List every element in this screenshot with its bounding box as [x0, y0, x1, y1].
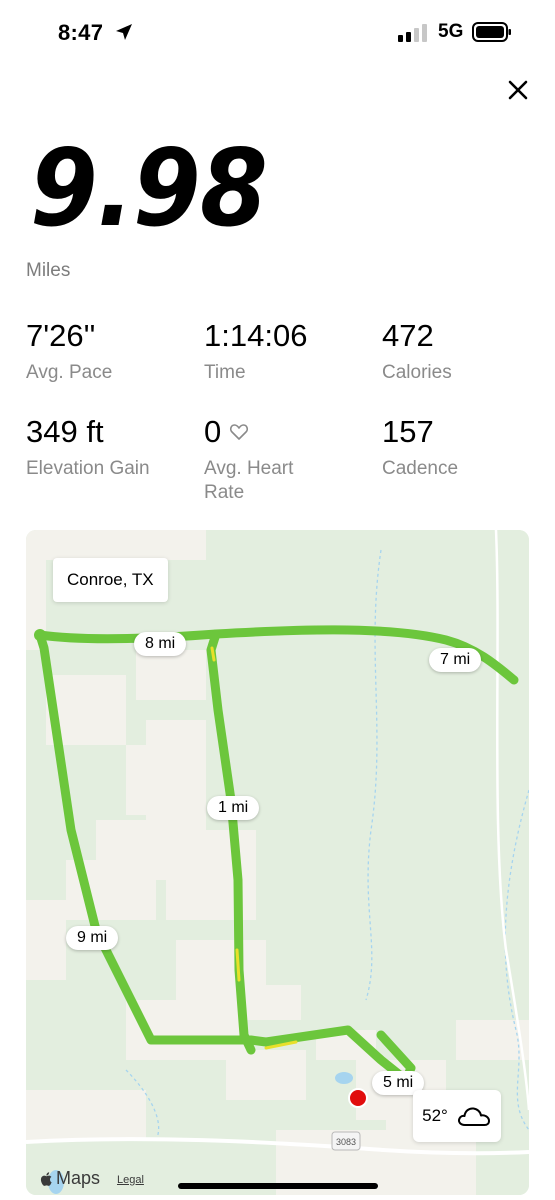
- cloud-icon: [457, 1107, 490, 1126]
- weather-badge: 52°: [413, 1090, 501, 1142]
- stat-time: 1:14:06 Time: [204, 320, 364, 385]
- mile-marker-9: 9 mi: [66, 926, 119, 950]
- stat-label: Calories: [382, 362, 452, 383]
- mile-marker-1: 1 mi: [207, 796, 260, 820]
- location-arrow-icon: [116, 24, 132, 40]
- road-shield-3083: 3083: [331, 1131, 361, 1151]
- distance-unit: Miles: [26, 260, 71, 281]
- stat-value: 7'26'': [26, 318, 96, 353]
- map-location-label: Conroe, TX: [53, 558, 168, 602]
- mile-marker-8: 8 mi: [134, 632, 187, 656]
- close-button[interactable]: [504, 76, 532, 104]
- stat-avg-heart-rate: 0 Avg. Heart Rate: [204, 416, 334, 505]
- apple-maps-logo: Maps: [40, 1168, 100, 1189]
- mile-marker-7: 7 mi: [429, 648, 482, 672]
- signal-icon: [398, 24, 427, 42]
- legal-link[interactable]: Legal: [117, 1174, 144, 1186]
- apple-logo-icon: [40, 1171, 52, 1186]
- stat-value: 472: [382, 318, 434, 353]
- status-time: 8:47: [58, 20, 104, 45]
- stat-value: 1:14:06: [204, 318, 308, 353]
- stat-label: Avg. Heart Rate: [204, 458, 294, 503]
- stat-calories: 472 Calories: [382, 320, 542, 385]
- heart-rate-value: 0: [204, 414, 222, 449]
- stat-label: Elevation Gain: [26, 458, 150, 479]
- distance-value: 9.98: [30, 127, 268, 250]
- route-map[interactable]: 3083 Conroe, TX 8 mi 7 mi 1 mi 9 mi 5 mi…: [26, 530, 529, 1195]
- stat-value: 349 ft: [26, 414, 104, 449]
- maps-logo-text: Maps: [56, 1168, 101, 1188]
- route-end-marker: [348, 1088, 368, 1108]
- stat-avg-pace: 7'26'' Avg. Pace: [26, 320, 186, 385]
- map-pond: [335, 1072, 353, 1084]
- stat-elevation-gain: 349 ft Elevation Gain: [26, 416, 156, 481]
- network-type: 5G: [438, 21, 464, 42]
- home-indicator[interactable]: [178, 1183, 378, 1189]
- stat-label: Avg. Pace: [26, 362, 113, 383]
- status-bar: 8:47 5G: [0, 0, 555, 66]
- svg-text:3083: 3083: [336, 1137, 356, 1147]
- heart-outline-icon: [230, 423, 249, 440]
- stat-value: 0: [204, 416, 334, 447]
- stat-value: 157: [382, 414, 434, 449]
- weather-temp: 52°: [422, 1106, 448, 1125]
- stat-label: Cadence: [382, 458, 459, 479]
- stat-label: Time: [204, 362, 246, 383]
- battery-icon: [472, 22, 511, 42]
- stat-cadence: 157 Cadence: [382, 416, 542, 481]
